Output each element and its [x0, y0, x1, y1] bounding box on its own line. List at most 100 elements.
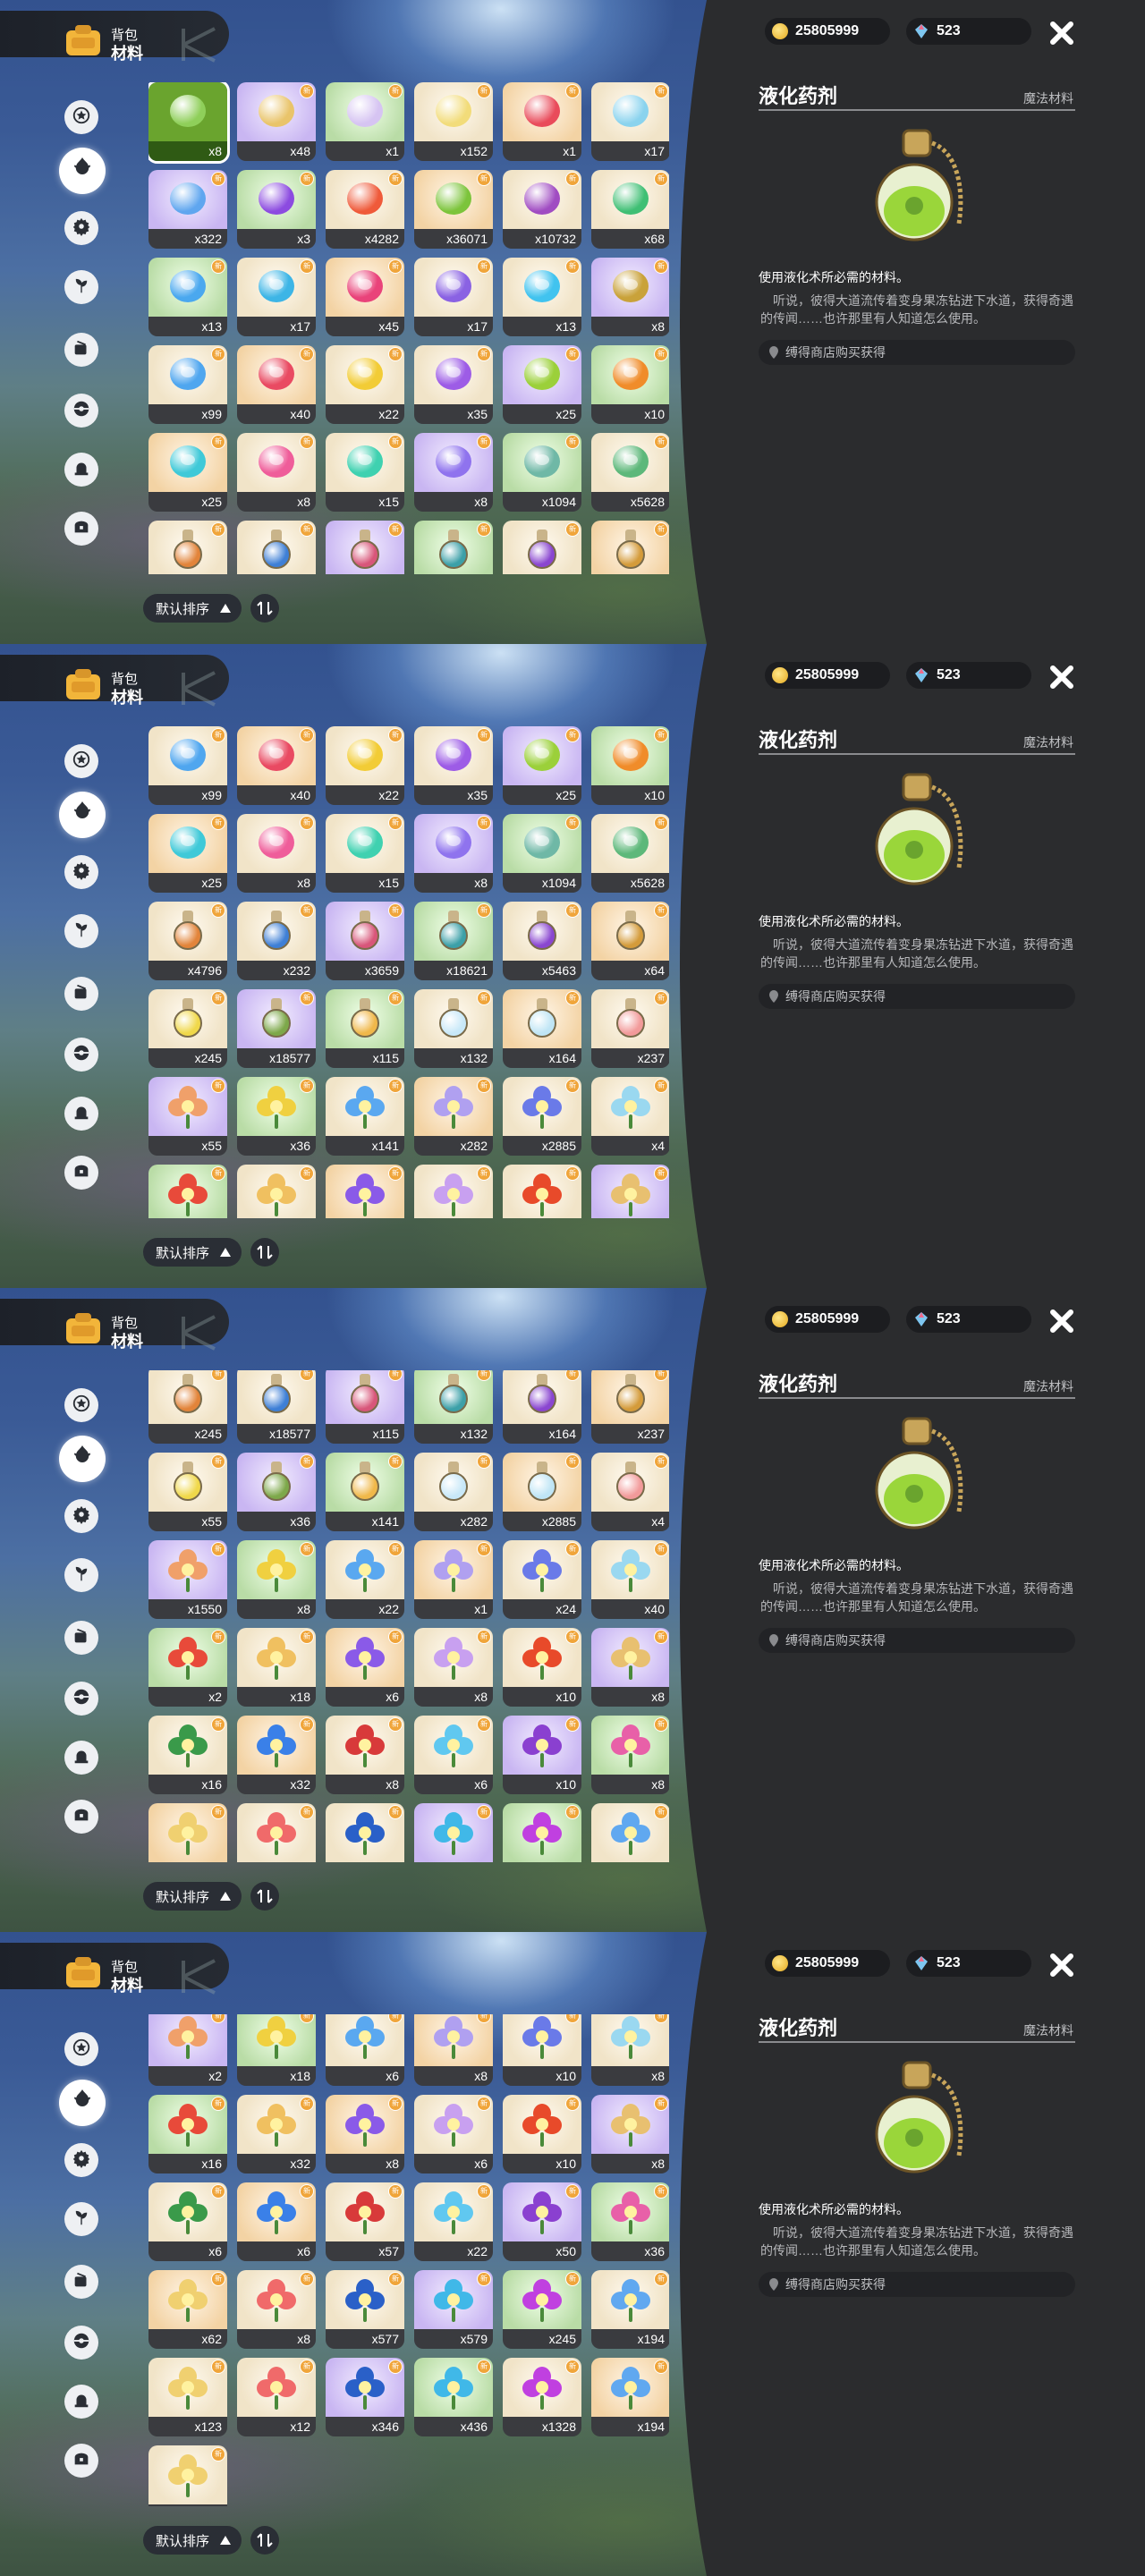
item-slot[interactable]: 新 x2: [148, 1628, 227, 1707]
item-slot[interactable]: 新 x8: [591, 2095, 669, 2174]
item-slot[interactable]: 新: [503, 521, 581, 574]
item-slot[interactable]: 新 x132: [414, 1370, 493, 1444]
item-slot[interactable]: 新 x10: [503, 2014, 581, 2086]
item-slot[interactable]: 新 x4: [591, 1453, 669, 1531]
item-slot[interactable]: 新 x15: [326, 433, 404, 512]
item-slot[interactable]: 新 x8: [591, 1716, 669, 1794]
item-slot[interactable]: 新 x3: [237, 170, 316, 249]
item-slot[interactable]: 新: [591, 1165, 669, 1218]
item-slot[interactable]: 新 x194: [591, 2270, 669, 2349]
close-button[interactable]: [1047, 662, 1077, 692]
nav-ball-tab[interactable]: [64, 1038, 98, 1072]
item-slot[interactable]: 新 x3659: [326, 902, 404, 980]
nav-furniture-tab[interactable]: [64, 453, 98, 487]
close-button[interactable]: [1047, 1306, 1077, 1336]
item-slot[interactable]: 新 x57: [326, 2182, 404, 2261]
nav-plant-tab[interactable]: [64, 1558, 98, 1592]
item-slot[interactable]: 新 x1094: [503, 433, 581, 512]
item-slot[interactable]: 新 x32: [237, 1716, 316, 1794]
item-slot[interactable]: 新 x35: [414, 726, 493, 805]
item-slot[interactable]: 新 x99: [148, 345, 227, 424]
nav-chest-tab[interactable]: [64, 512, 98, 546]
close-button[interactable]: [1047, 1950, 1077, 1980]
nav-material-tab[interactable]: [59, 2080, 106, 2126]
item-slot[interactable]: 新 x2: [148, 2014, 227, 2086]
item-slot[interactable]: 新 x10: [503, 1716, 581, 1794]
nav-favorite-tab[interactable]: [64, 2032, 98, 2066]
nav-gear-tab[interactable]: [64, 2143, 98, 2177]
item-slot[interactable]: 新 x282: [414, 1077, 493, 1156]
item-slot[interactable]: 新 x6: [414, 1716, 493, 1794]
item-slot[interactable]: 新 x123: [148, 2358, 227, 2436]
nav-material-tab[interactable]: [59, 1436, 106, 1482]
item-slot[interactable]: 新 x16: [148, 2095, 227, 2174]
close-button[interactable]: [1047, 18, 1077, 48]
item-slot[interactable]: 新: [237, 1165, 316, 1218]
item-slot[interactable]: 新: [591, 521, 669, 574]
item-slot[interactable]: 新 x10: [591, 726, 669, 805]
item-slot[interactable]: 新 x8: [326, 2095, 404, 2174]
item-slot[interactable]: 新 x62: [148, 2270, 227, 2349]
item-slot[interactable]: x8: [148, 82, 230, 164]
item-slot[interactable]: 新 x6: [237, 2182, 316, 2261]
item-slot[interactable]: 新 x40: [237, 726, 316, 805]
item-slot[interactable]: 新 x4282: [326, 170, 404, 249]
nav-gear-tab[interactable]: [64, 1499, 98, 1533]
item-slot[interactable]: 新 x32: [237, 2095, 316, 2174]
item-slot[interactable]: 新 x8: [414, 2014, 493, 2086]
item-slot[interactable]: 新 x35: [414, 345, 493, 424]
item-slot[interactable]: 新 x194: [591, 2358, 669, 2436]
item-slot[interactable]: 新 x17: [237, 258, 316, 336]
item-slot[interactable]: 新 x8: [237, 1540, 316, 1619]
item-slot[interactable]: 新 x17: [414, 258, 493, 336]
item-slot[interactable]: 新 x5628: [591, 814, 669, 893]
item-slot[interactable]: 新 x115: [326, 989, 404, 1068]
item-slot[interactable]: 新 x55: [148, 1077, 227, 1156]
nav-furniture-tab[interactable]: [64, 1097, 98, 1131]
item-slot[interactable]: 新: [237, 521, 316, 574]
item-slot[interactable]: 新 x141: [326, 1453, 404, 1531]
item-slot[interactable]: 新 x36: [591, 1803, 669, 1862]
item-slot[interactable]: 新 x132: [414, 989, 493, 1068]
item-slot[interactable]: 新 x4: [591, 1077, 669, 1156]
item-slot[interactable]: 新 x22: [414, 2182, 493, 2261]
item-slot[interactable]: 新 x2885: [503, 1077, 581, 1156]
item-slot[interactable]: 新 x115: [326, 1370, 404, 1444]
item-slot[interactable]: 新 x6: [326, 2014, 404, 2086]
item-slot[interactable]: 新 x1094: [503, 814, 581, 893]
item-slot[interactable]: 新 x18577: [237, 1370, 316, 1444]
item-slot[interactable]: 新 x1: [414, 1540, 493, 1619]
item-slot[interactable]: 新 x232: [237, 902, 316, 980]
item-slot[interactable]: 新 x8: [414, 433, 493, 512]
item-slot[interactable]: 新 x99: [148, 726, 227, 805]
item-slot[interactable]: 新 x322: [148, 170, 227, 249]
item-slot[interactable]: 新 x16: [148, 1716, 227, 1794]
item-slot[interactable]: 新 x1: [503, 82, 581, 161]
sort-order-button[interactable]: [250, 594, 280, 623]
item-slot[interactable]: 新 x2885: [503, 1453, 581, 1531]
nav-favorite-tab[interactable]: [64, 744, 98, 778]
nav-furniture-tab[interactable]: [64, 2385, 98, 2419]
nav-plant-tab[interactable]: [64, 2202, 98, 2236]
item-slot[interactable]: 新: [414, 521, 493, 574]
item-slot[interactable]: 新 x50: [503, 1803, 581, 1862]
item-slot[interactable]: 新 x10732: [503, 170, 581, 249]
item-slot[interactable]: 新 x13: [503, 258, 581, 336]
item-slot[interactable]: 新 x8: [414, 1628, 493, 1707]
item-slot[interactable]: 新 x245: [148, 989, 227, 1068]
item-slot[interactable]: 新 x18: [237, 1628, 316, 1707]
nav-food-tab[interactable]: [64, 2265, 98, 2299]
sort-button[interactable]: 默认排序: [143, 1882, 242, 1911]
item-slot[interactable]: 新 x36: [237, 1077, 316, 1156]
item-slot[interactable]: 新: [414, 1165, 493, 1218]
item-slot[interactable]: 新 x1328: [503, 2358, 581, 2436]
item-slot[interactable]: 新: [503, 1165, 581, 1218]
item-slot[interactable]: 新 x164: [503, 1370, 581, 1444]
item-slot[interactable]: 新 x25: [503, 345, 581, 424]
item-slot[interactable]: 新 x36071: [414, 170, 493, 249]
sort-order-button[interactable]: [250, 1238, 280, 1267]
item-slot[interactable]: 新 x10: [591, 345, 669, 424]
nav-ball-tab[interactable]: [64, 2326, 98, 2360]
item-slot[interactable]: 新 x13: [148, 258, 227, 336]
item-slot[interactable]: 新 x245: [503, 2270, 581, 2349]
